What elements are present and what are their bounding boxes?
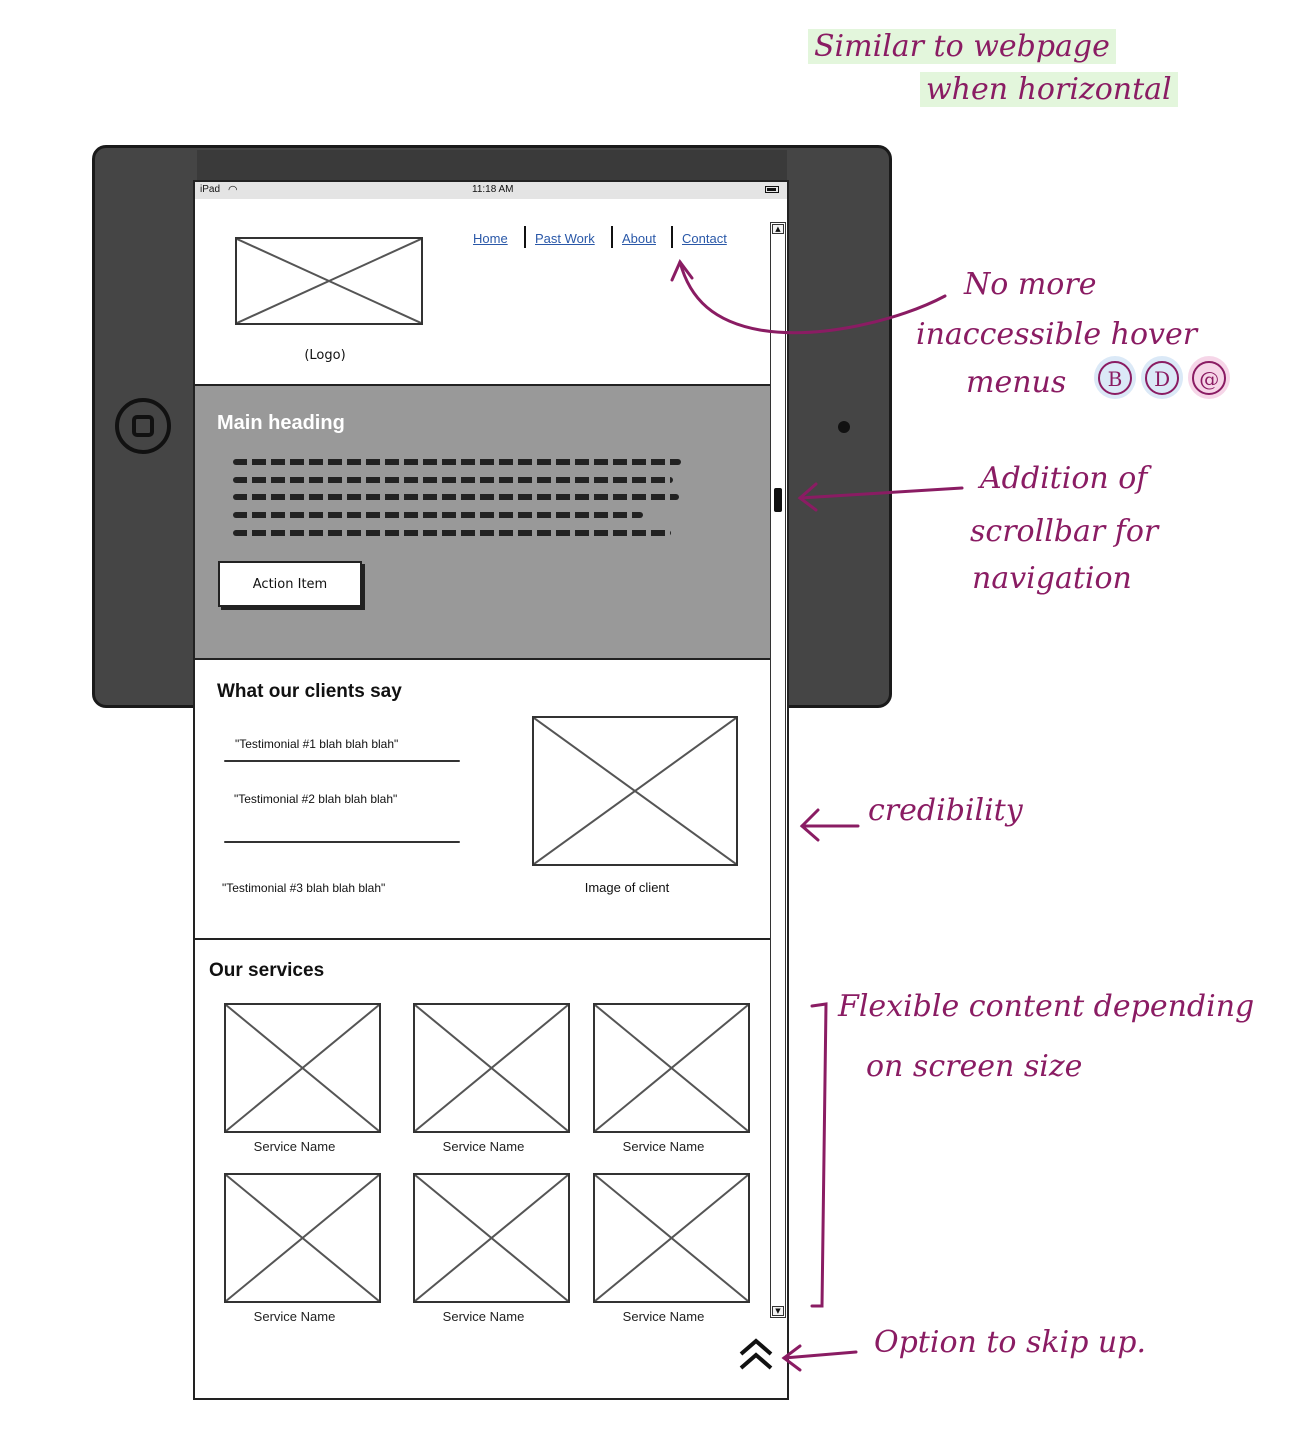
annotation-strokes (670, 259, 964, 1372)
